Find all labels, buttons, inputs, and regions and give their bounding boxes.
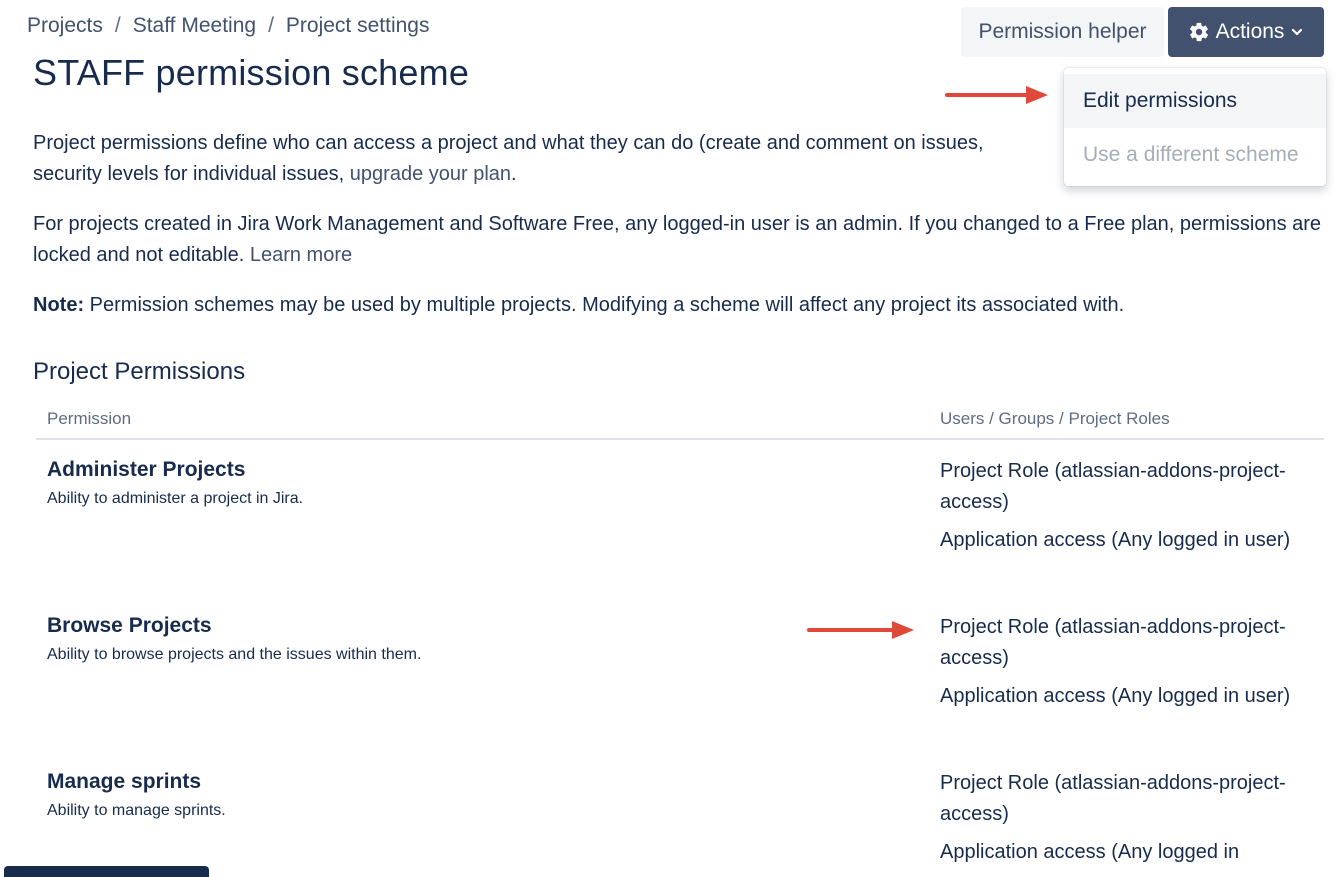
breadcrumb-separator: / [268, 14, 274, 37]
note-text: Permission schemes may be used by multip… [84, 294, 1125, 316]
red-arrow-icon [945, 86, 1048, 104]
intro-text-1-end: . [511, 163, 517, 185]
permission-description: Ability to administer a project in Jira. [47, 490, 304, 507]
column-header-users-groups-roles: Users / Groups / Project Roles [940, 409, 1170, 428]
chevron-down-icon [1292, 28, 1303, 36]
permission-name: Manage sprints [47, 770, 202, 793]
note-paragraph: Note: Permission schemes may be used by … [33, 290, 1323, 321]
column-header-permission: Permission [47, 409, 132, 428]
actions-dropdown-menu: Edit permissions Use a different scheme [1064, 68, 1326, 186]
grant-application-access: Application access (Any logged in [940, 841, 1240, 863]
permission-helper-button[interactable]: Permission helper [961, 7, 1164, 57]
permission-description: Ability to browse projects and the issue… [47, 646, 422, 663]
upgrade-plan-link[interactable]: upgrade your plan [350, 163, 511, 185]
permission-description: Ability to manage sprints. [47, 802, 226, 819]
bottom-toolbar-edge [4, 866, 209, 877]
intro-text-2: For projects created in Jira Work Manage… [33, 213, 1322, 266]
actions-button[interactable]: Actions [1168, 7, 1324, 57]
breadcrumb-staff-meeting[interactable]: Staff Meeting [133, 14, 256, 37]
red-arrow-icon [807, 621, 914, 639]
breadcrumb-projects[interactable]: Projects [27, 14, 103, 37]
grant-application-access: Application access (Any logged in user) [940, 685, 1291, 707]
gear-icon [1189, 22, 1208, 42]
note-label: Note: [33, 294, 85, 316]
menu-item-use-different-scheme: Use a different scheme [1083, 143, 1299, 166]
grant-application-access: Application access (Any logged in user) [940, 529, 1291, 551]
permission-name: Administer Projects [47, 458, 246, 481]
grant-project-role: Project Role (atlassian-addons-project-a… [940, 460, 1286, 513]
grant-project-role: Project Role (atlassian-addons-project-a… [940, 616, 1286, 669]
breadcrumb: Projects / Staff Meeting / Project settings [27, 14, 429, 38]
intro-paragraph-permissions: Project permissions define who can acces… [33, 128, 1053, 190]
menu-item-edit-permissions[interactable]: Edit permissions [1064, 74, 1326, 128]
breadcrumb-project-settings[interactable]: Project settings [286, 14, 430, 37]
learn-more-link[interactable]: Learn more [250, 244, 352, 266]
actions-label: Actions [1215, 20, 1285, 43]
permission-name: Browse Projects [47, 614, 212, 637]
table-header-divider [36, 438, 1324, 440]
section-title-project-permissions: Project Permissions [33, 358, 246, 385]
permission-helper-label: Permission helper [978, 20, 1147, 43]
intro-paragraph-free-plan: For projects created in Jira Work Manage… [33, 209, 1323, 271]
page-title: STAFF permission scheme [33, 52, 470, 93]
grant-project-role: Project Role (atlassian-addons-project-a… [940, 772, 1286, 825]
breadcrumb-separator: / [114, 14, 121, 37]
